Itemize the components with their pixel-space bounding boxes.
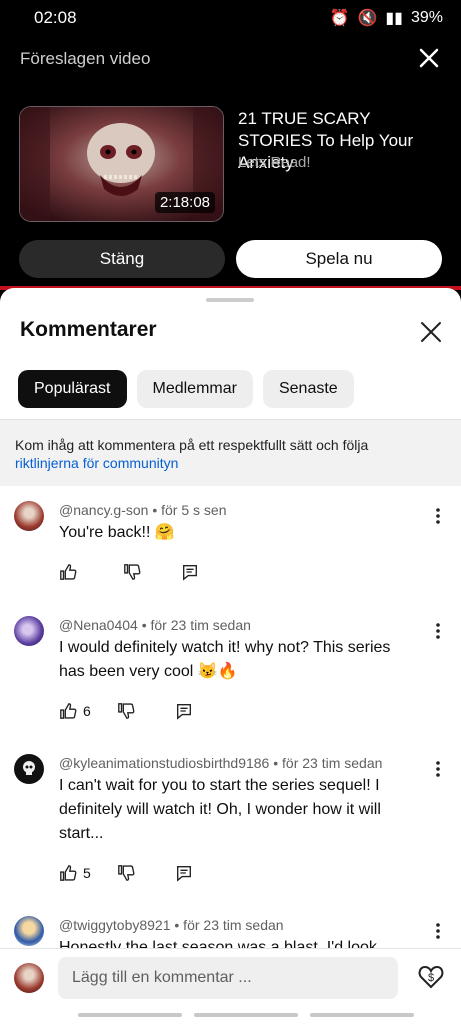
video-thumbnail[interactable]: 2:18:08 (19, 106, 224, 222)
comment-text: I can't wait for you to start the series… (59, 777, 381, 842)
comment-input[interactable]: Lägg till en kommentar ... (58, 957, 398, 999)
comment-actions (59, 563, 239, 581)
my-avatar (14, 963, 44, 993)
comment-text: You're back!! 🤗 (59, 524, 175, 541)
reply-button[interactable] (175, 864, 193, 882)
avatar[interactable] (14, 754, 44, 784)
status-icons: ⏰ 🔇 ▮▮ 39% (330, 8, 443, 28)
mute-icon: 🔇 (357, 10, 378, 27)
svg-text:$: $ (428, 972, 434, 984)
skull-icon (23, 761, 35, 775)
chip-members[interactable]: Medlemmar (136, 370, 253, 408)
thumbs-up-icon (60, 703, 77, 719)
thumbs-down-icon (124, 564, 141, 580)
comment-actions: 5 (59, 864, 233, 882)
more-options-icon[interactable] (435, 760, 441, 778)
more-options-icon[interactable] (435, 622, 441, 640)
guidelines-link[interactable]: riktlinjerna för communityn (15, 455, 178, 471)
notice-text: Kom ihåg att kommentera på ett respektfu… (15, 437, 369, 453)
like-button[interactable] (59, 563, 83, 581)
comments-sheet: Kommentarer Populärast Medlemmar Senaste… (0, 288, 461, 1024)
community-notice: Kom ihåg att kommentera på ett respektfu… (0, 419, 461, 486)
dislike-button[interactable] (123, 563, 141, 581)
reply-button[interactable] (175, 702, 193, 720)
dislike-button[interactable] (117, 702, 135, 720)
more-options-icon[interactable] (435, 922, 441, 940)
avatar[interactable] (14, 916, 44, 946)
like-button[interactable]: 5 (59, 864, 91, 882)
signal-icon: ▮▮ (385, 10, 403, 27)
thumbs-up-icon (60, 564, 77, 580)
reply-icon (183, 565, 197, 581)
avatar[interactable] (14, 501, 44, 531)
nav-gesture-right (310, 1013, 414, 1017)
video-duration: 2:18:08 (154, 192, 215, 213)
more-options-icon[interactable] (435, 507, 441, 525)
close-comments-icon[interactable] (417, 318, 445, 346)
like-button[interactable]: 6 (59, 702, 91, 720)
comment-item: @nancy.g-son • för 5 s sen You're back!!… (0, 493, 461, 603)
comments-title: Kommentarer (20, 318, 157, 341)
reply-button[interactable] (181, 563, 199, 581)
suggested-label: Föreslagen video (20, 49, 151, 68)
alarm-icon: ⏰ (329, 10, 350, 27)
comment-item: @kyleanimationstudiosbirthd9186 • för 23… (0, 746, 461, 896)
thumbs-up-icon (60, 865, 77, 881)
dislike-button[interactable] (117, 864, 135, 882)
video-channel[interactable]: Lets Read! (238, 154, 311, 171)
status-time: 02:08 (34, 8, 77, 27)
drag-handle[interactable] (206, 298, 254, 302)
comment-item: @Nena0404 • för 23 tim sedan I would def… (0, 608, 461, 738)
comment-filter-chips: Populärast Medlemmar Senaste (18, 370, 354, 408)
play-now-button[interactable]: Spela nu (236, 240, 442, 278)
comment-author[interactable]: @nancy.g-son • för 5 s sen (59, 502, 227, 518)
reply-icon (176, 866, 191, 882)
comment-author[interactable]: @Nena0404 • för 23 tim sedan (59, 617, 251, 633)
comment-text: Honestly the last season was a blast, I'… (59, 939, 377, 948)
suggested-video-panel: Föreslagen video 2:18:08 21 TRUE SCARY S… (0, 36, 461, 288)
chip-newest[interactable]: Senaste (262, 370, 354, 408)
like-count: 5 (83, 865, 91, 881)
super-thanks-icon[interactable]: $ (417, 963, 445, 991)
comment-actions: 6 (59, 702, 233, 720)
nav-gesture-center (194, 1013, 298, 1017)
comment-text: I would definitely watch it! why not? Th… (59, 639, 391, 680)
avatar[interactable] (14, 616, 44, 646)
comment-author[interactable]: @twiggytoby8921 • för 23 tim sedan (59, 917, 284, 933)
status-bar: 02:08 ⏰ 🔇 ▮▮ 39% (0, 0, 461, 36)
close-icon[interactable] (415, 44, 443, 72)
close-button[interactable]: Stäng (19, 240, 225, 278)
reply-icon (176, 704, 191, 720)
add-comment-bar: Lägg till en kommentar ... $ (0, 948, 461, 1025)
chip-popular[interactable]: Populärast (18, 370, 127, 408)
battery-text: 39% (410, 9, 443, 26)
thumbs-down-icon (117, 865, 135, 881)
comment-item: @twiggytoby8921 • för 23 tim sedan Hones… (0, 908, 461, 948)
like-count: 6 (83, 703, 91, 719)
nav-gesture-left (78, 1013, 182, 1017)
thumbs-down-icon (117, 703, 135, 719)
comment-author[interactable]: @kyleanimationstudiosbirthd9186 • för 23… (59, 755, 382, 771)
